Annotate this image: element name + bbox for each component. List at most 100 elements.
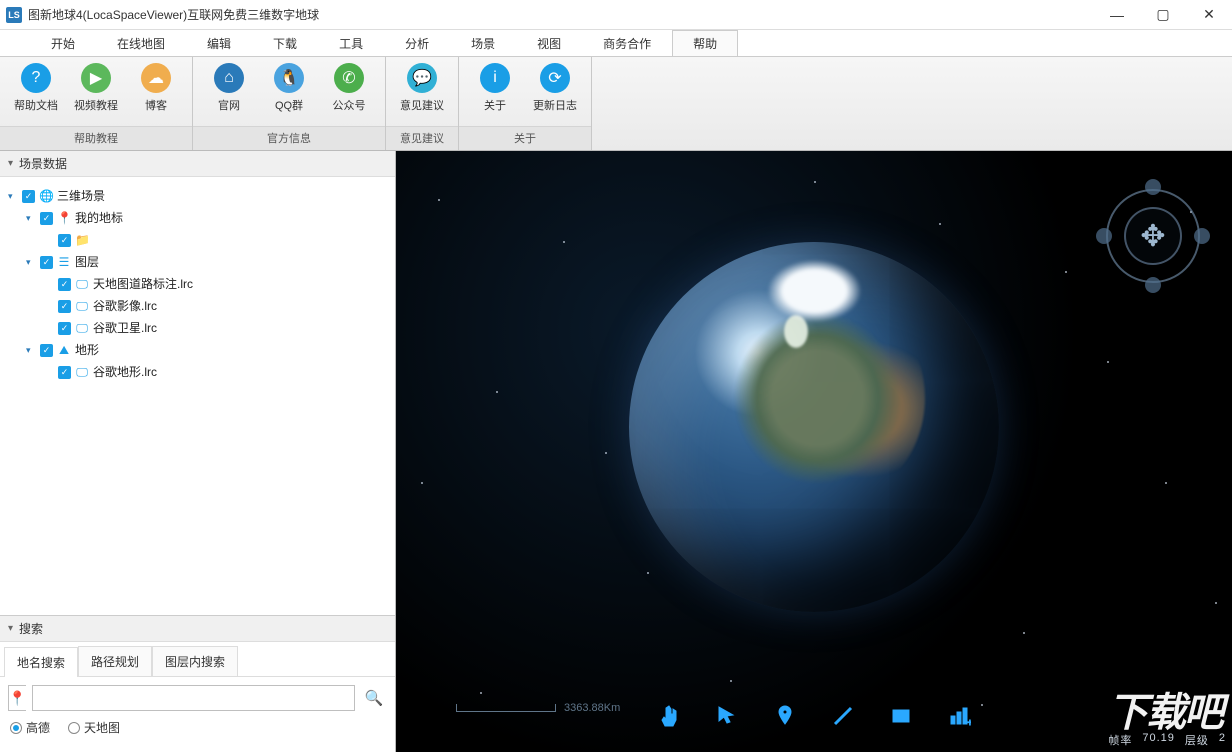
- earth-viewer[interactable]: ✥ 3363.88Km + 帧率 70.19 层级 2 下载吧: [396, 151, 1232, 752]
- video-tutorial-button[interactable]: ▶ 视频教程: [66, 61, 126, 113]
- checkbox[interactable]: ✓: [40, 212, 53, 225]
- globe-icon: 🌐: [39, 185, 53, 207]
- search-tab[interactable]: 路径规划: [78, 646, 152, 676]
- pan-arrows-icon[interactable]: ✥: [1140, 219, 1165, 254]
- about-button[interactable]: i 关于: [465, 61, 525, 113]
- compass-node[interactable]: [1096, 228, 1112, 244]
- ribbon-icon: 💬: [407, 63, 437, 93]
- ribbon-label: QQ群: [259, 97, 319, 113]
- tree-leaf[interactable]: 谷歌卫星.lrc: [93, 317, 157, 339]
- search-tab[interactable]: 地名搜索: [4, 647, 78, 677]
- node-my-marks[interactable]: 我的地标: [75, 207, 123, 229]
- terrain-icon: 🖵: [75, 361, 89, 383]
- menu-开始[interactable]: 开始: [30, 30, 96, 56]
- radio-label: 天地图: [84, 719, 120, 736]
- menubar: 开始在线地图编辑下载工具分析场景视图商务合作帮助: [0, 30, 1232, 56]
- marker-tool-button[interactable]: [771, 702, 799, 730]
- provider-radio[interactable]: 高德: [10, 719, 50, 736]
- menu-场景[interactable]: 场景: [450, 30, 516, 56]
- provider-radio[interactable]: 天地图: [68, 719, 120, 736]
- checkbox[interactable]: ✓: [58, 278, 71, 291]
- search-tabs: 地名搜索路径规划图层内搜索: [0, 642, 395, 677]
- place-search-input[interactable]: [32, 685, 355, 711]
- qq-group-button[interactable]: 🐧 QQ群: [259, 61, 319, 113]
- radio-icon: [68, 722, 80, 734]
- blog-button[interactable]: ☁博客: [126, 61, 186, 113]
- checkbox[interactable]: ✓: [58, 300, 71, 313]
- search-panel: ▾ 搜索 地名搜索路径规划图层内搜索 📍 🔍 高德 天地图: [0, 615, 395, 752]
- fps-value: 70.19: [1142, 732, 1175, 748]
- ribbon-icon: ▶: [81, 63, 111, 93]
- ribbon: ?帮助文档▶视频教程☁博客帮助教程⌂官网🐧QQ群✆公众号官方信息💬意见建议意见建…: [0, 56, 1232, 151]
- scene-tree: ▾ ✓ 🌐 三维场景 ▾ ✓ 📍 我的地标: [0, 177, 395, 615]
- wechat-button[interactable]: ✆公众号: [319, 61, 379, 113]
- checkbox[interactable]: ✓: [58, 234, 71, 247]
- website-button[interactable]: ⌂官网: [199, 61, 259, 113]
- earth-globe[interactable]: [629, 242, 999, 612]
- tree-leaf[interactable]: 谷歌影像.lrc: [93, 295, 157, 317]
- menu-商务合作[interactable]: 商务合作: [582, 30, 672, 56]
- ribbon-group: 💬意见建议意见建议: [386, 57, 459, 150]
- collapse-icon[interactable]: ▾: [8, 623, 13, 634]
- menu-在线地图[interactable]: 在线地图: [96, 30, 186, 56]
- checkbox[interactable]: ✓: [58, 366, 71, 379]
- checkbox[interactable]: ✓: [58, 322, 71, 335]
- minimize-button[interactable]: —: [1094, 0, 1140, 30]
- scale-bar: 3363.88Km: [456, 702, 620, 714]
- ribbon-label: 帮助文档: [6, 97, 66, 113]
- close-button[interactable]: ✕: [1186, 0, 1232, 30]
- menu-帮助[interactable]: 帮助: [672, 30, 738, 56]
- viewer-toolbar: +: [655, 702, 973, 730]
- collapse-icon[interactable]: ▾: [8, 158, 13, 169]
- ribbon-label: 关于: [465, 97, 525, 113]
- checkbox[interactable]: ✓: [40, 344, 53, 357]
- node-terrain[interactable]: 地形: [75, 339, 99, 361]
- expand-icon[interactable]: ▾: [26, 207, 36, 229]
- expand-icon[interactable]: ▾: [26, 251, 36, 273]
- ribbon-icon: i: [480, 63, 510, 93]
- ribbon-icon: 🐧: [274, 63, 304, 93]
- tree-leaf[interactable]: 谷歌地形.lrc: [93, 361, 157, 383]
- nav-compass[interactable]: ✥: [1098, 181, 1208, 291]
- menu-视图[interactable]: 视图: [516, 30, 582, 56]
- monitor-icon: 🖵: [75, 295, 89, 317]
- search-tab[interactable]: 图层内搜索: [152, 646, 238, 676]
- ribbon-label: 更新日志: [525, 97, 585, 113]
- node-root[interactable]: 三维场景: [57, 185, 105, 207]
- menu-工具[interactable]: 工具: [318, 30, 384, 56]
- help-doc-button[interactable]: ?帮助文档: [6, 61, 66, 113]
- ribbon-icon: ☁: [141, 63, 171, 93]
- search-panel-title: 搜索: [19, 620, 43, 637]
- location-icon: 📍: [8, 685, 26, 711]
- pointer-tool-button[interactable]: [713, 702, 741, 730]
- line-tool-button[interactable]: [829, 702, 857, 730]
- menu-下载[interactable]: 下载: [252, 30, 318, 56]
- compass-node[interactable]: [1145, 277, 1161, 293]
- changelog-button[interactable]: ⟳更新日志: [525, 61, 585, 113]
- menu-分析[interactable]: 分析: [384, 30, 450, 56]
- bars-tool-button[interactable]: +: [945, 702, 973, 730]
- expand-icon[interactable]: ▾: [26, 339, 36, 361]
- feedback-button[interactable]: 💬意见建议: [392, 61, 452, 113]
- search-button[interactable]: 🔍: [361, 685, 387, 711]
- monitor-icon: 🖵: [75, 317, 89, 339]
- ribbon-label: 官网: [199, 97, 259, 113]
- ribbon-group: ?帮助文档▶视频教程☁博客帮助教程: [0, 57, 193, 150]
- checkbox[interactable]: ✓: [40, 256, 53, 269]
- monitor-icon: 🖵: [75, 273, 89, 295]
- maximize-button[interactable]: ▢: [1140, 0, 1186, 30]
- ribbon-label: 视频教程: [66, 97, 126, 113]
- tree-leaf[interactable]: 天地图道路标注.lrc: [93, 273, 193, 295]
- pan-tool-button[interactable]: [655, 702, 683, 730]
- svg-text:+: +: [967, 718, 971, 728]
- node-layers[interactable]: 图层: [75, 251, 99, 273]
- compass-node[interactable]: [1145, 179, 1161, 195]
- menu-编辑[interactable]: 编辑: [186, 30, 252, 56]
- pin-icon: 📍: [57, 207, 71, 229]
- rect-tool-button[interactable]: [887, 702, 915, 730]
- checkbox[interactable]: ✓: [22, 190, 35, 203]
- status-bar: 帧率 70.19 层级 2: [1108, 732, 1226, 748]
- folder-icon: 📁: [75, 229, 89, 251]
- expand-icon[interactable]: ▾: [8, 185, 18, 207]
- compass-node[interactable]: [1194, 228, 1210, 244]
